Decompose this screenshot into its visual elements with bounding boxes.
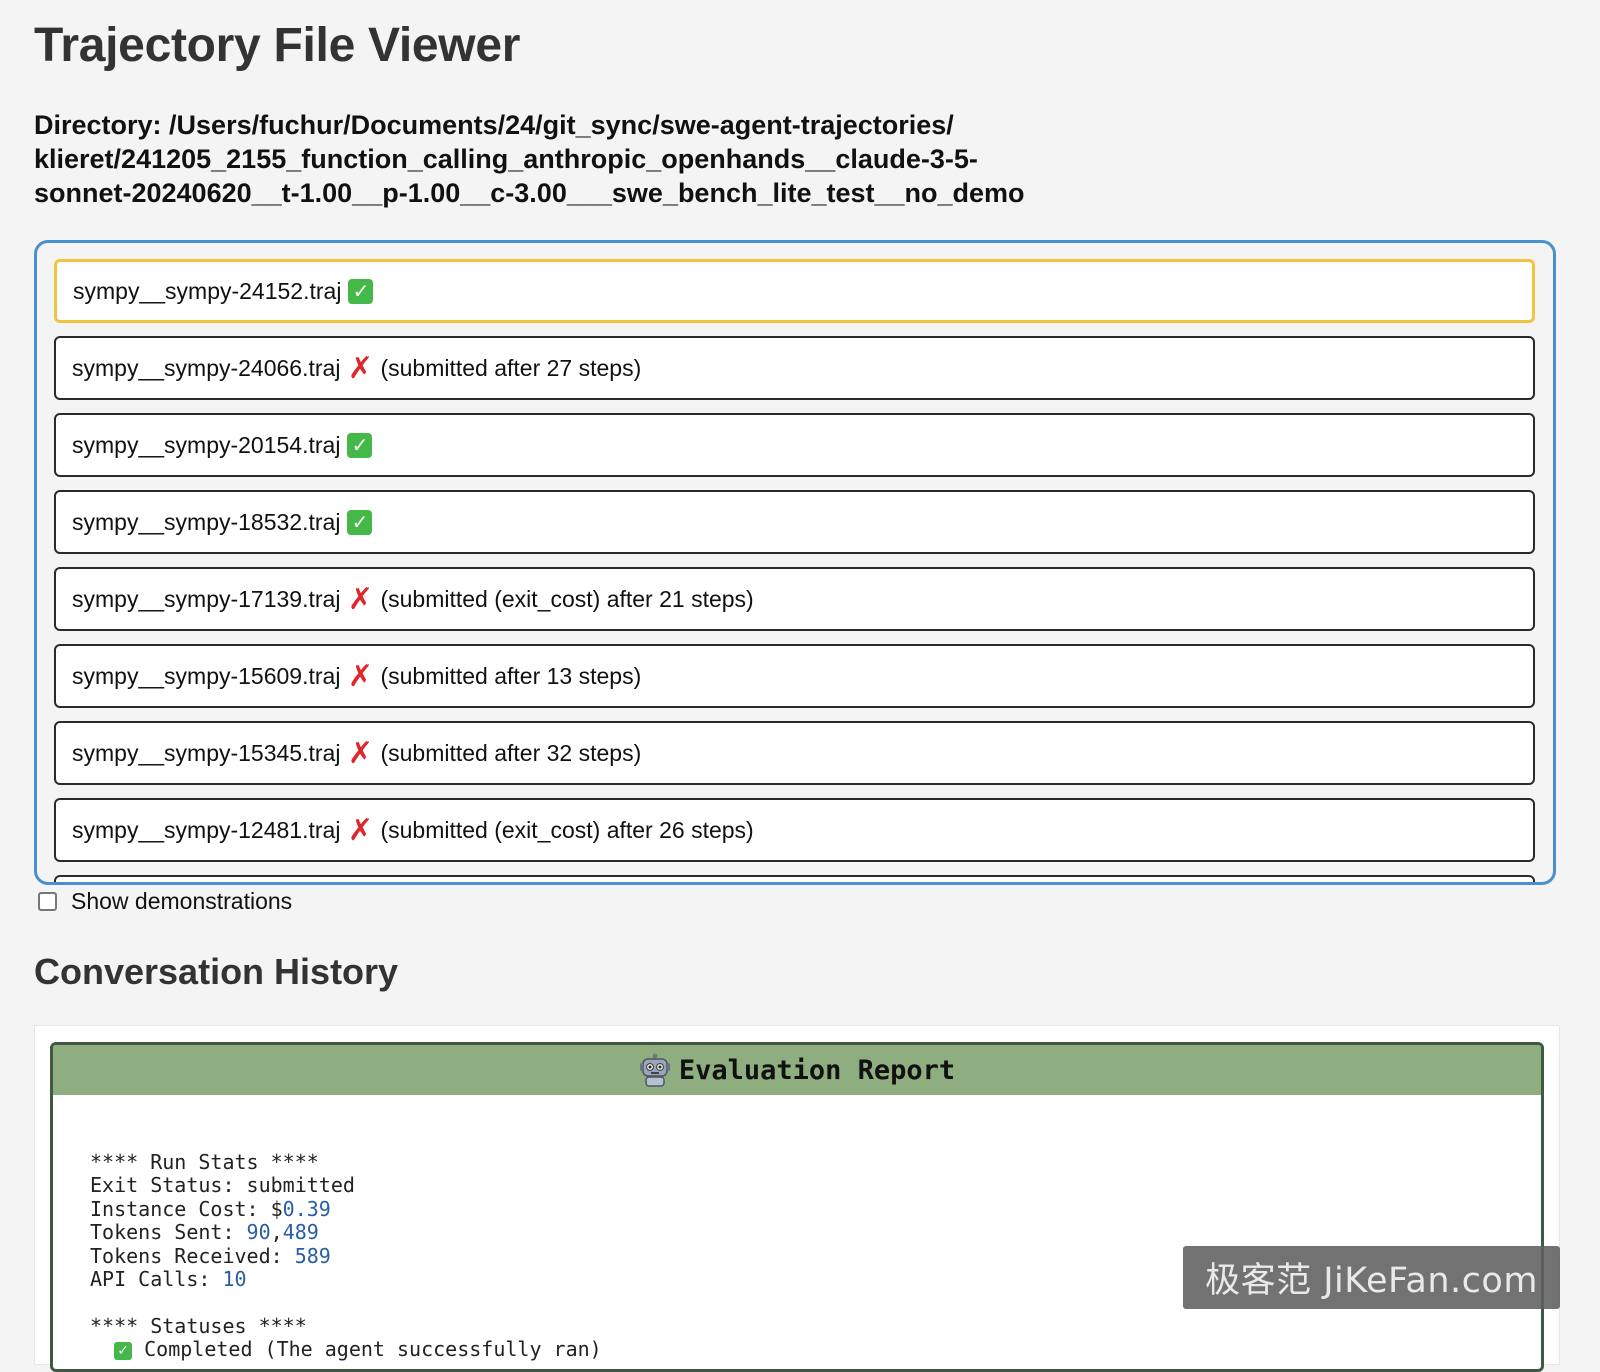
- exit-status-value: submitted: [246, 1173, 355, 1198]
- run-stats-heading: **** Run Stats ****: [90, 1150, 319, 1174]
- file-item-partial[interactable]: [54, 875, 1535, 882]
- exit-status-label: Exit Status:: [90, 1173, 247, 1198]
- file-list[interactable]: sympy__sympy-24152.traj ✓ sympy__sympy-240…: [34, 240, 1556, 885]
- check-icon: ✓: [114, 1341, 133, 1360]
- file-name: sympy__sympy-15609.traj: [72, 662, 341, 689]
- file-item[interactable]: sympy__sympy-18532.traj ✓: [54, 490, 1535, 554]
- conversation-history: Evaluation Report **** Run Stats **** Exi…: [34, 1025, 1560, 1372]
- file-name: sympy__sympy-12481.traj: [72, 816, 341, 843]
- file-name: sympy__sympy-24066.traj: [72, 354, 341, 381]
- show-demonstrations-label: Show demonstrations: [71, 888, 293, 914]
- file-name: sympy__sympy-15345.traj: [72, 739, 341, 766]
- cross-icon: ✗: [347, 350, 374, 386]
- directory-line: Directory: /Users/fuchur/Documents/24/gi…: [34, 110, 954, 140]
- api-calls-label: API Calls:: [90, 1267, 223, 1292]
- directory-line: klieret/241205_2155_function_calling_ant…: [34, 144, 978, 174]
- show-demonstrations-toggle[interactable]: Show demonstrations: [38, 888, 292, 915]
- tokens-sent-comma: ,: [270, 1220, 283, 1245]
- file-item[interactable]: sympy__sympy-17139.traj ✗ (submitted (exit…: [54, 567, 1535, 631]
- instance-cost-value: 0.39: [282, 1196, 331, 1221]
- tokens-sent-label: Tokens Sent:: [90, 1220, 247, 1245]
- directory-line: sonnet-20240620__t-1.00__p-1.00__c-3.00_…: [34, 178, 1025, 208]
- evaluation-report-title: Evaluation Report: [678, 1054, 956, 1086]
- tokens-received-value: 589: [294, 1243, 331, 1268]
- cross-icon: ✗: [347, 658, 374, 694]
- file-name: sympy__sympy-24152.traj: [73, 277, 342, 304]
- page-title: Trajectory File Viewer: [34, 19, 521, 72]
- cross-icon: ✗: [347, 735, 374, 771]
- evaluation-report-header: Evaluation Report: [53, 1045, 1541, 1095]
- file-item[interactable]: sympy__sympy-12481.traj ✗ (submitted (exit…: [54, 798, 1535, 862]
- watermark: 极客范 JiKeFan.com: [1183, 1246, 1560, 1309]
- conversation-history-heading: Conversation History: [34, 951, 399, 992]
- exit-status-line: Exit Status: submitted: [90, 1174, 1541, 1197]
- instance-cost-currency: $: [270, 1196, 283, 1221]
- cross-icon: ✗: [347, 812, 374, 848]
- evaluation-report-body: **** Run Stats **** Exit Status: submitte…: [53, 1095, 1541, 1362]
- file-name: sympy__sympy-18532.traj: [72, 508, 341, 535]
- file-item[interactable]: sympy__sympy-24152.traj ✓: [54, 259, 1535, 323]
- status-completed-line: ✓ Completed (The agent successfully ran): [90, 1338, 1541, 1361]
- file-status-note: (submitted after 27 steps): [380, 354, 642, 381]
- file-item[interactable]: sympy__sympy-15609.traj ✗ (submitted after…: [54, 644, 1535, 708]
- file-item[interactable]: sympy__sympy-15345.traj ✗ (submitted after…: [54, 721, 1535, 785]
- tokens-sent-value-units: 489: [282, 1220, 319, 1245]
- file-status-note: (submitted (exit_cost) after 21 steps): [380, 585, 754, 612]
- file-status-note: (submitted after 32 steps): [380, 739, 642, 766]
- check-icon: ✓: [348, 278, 374, 304]
- file-item[interactable]: sympy__sympy-24066.traj ✗ (submitted after…: [54, 336, 1535, 400]
- file-status-note: (submitted after 13 steps): [380, 662, 642, 689]
- status-completed-text: Completed (The agent successfully ran): [144, 1337, 602, 1362]
- file-name: sympy__sympy-20154.traj: [72, 431, 341, 458]
- tokens-received-label: Tokens Received:: [90, 1243, 295, 1268]
- file-name: sympy__sympy-17139.traj: [72, 585, 341, 612]
- file-item[interactable]: sympy__sympy-20154.traj ✓: [54, 413, 1535, 477]
- tokens-sent-value-thousands: 90: [246, 1220, 271, 1245]
- statuses-heading: **** Statuses ****: [90, 1313, 307, 1338]
- evaluation-report: Evaluation Report **** Run Stats **** Exi…: [50, 1042, 1544, 1372]
- instance-cost-label: Instance Cost:: [90, 1196, 271, 1221]
- directory-path: Directory: /Users/fuchur/Documents/24/gi…: [34, 108, 1134, 210]
- cross-icon: ✗: [347, 581, 374, 617]
- api-calls-value: 10: [222, 1267, 247, 1292]
- check-icon: ✓: [347, 432, 373, 458]
- instance-cost-line: Instance Cost: $0.39: [90, 1196, 1541, 1221]
- file-status-note: (submitted (exit_cost) after 26 steps): [380, 816, 754, 843]
- tokens-sent-line: Tokens Sent: 90,489: [90, 1221, 1541, 1244]
- robot-icon: [639, 1053, 671, 1087]
- show-demonstrations-checkbox[interactable]: [38, 892, 57, 911]
- check-icon: ✓: [347, 509, 373, 535]
